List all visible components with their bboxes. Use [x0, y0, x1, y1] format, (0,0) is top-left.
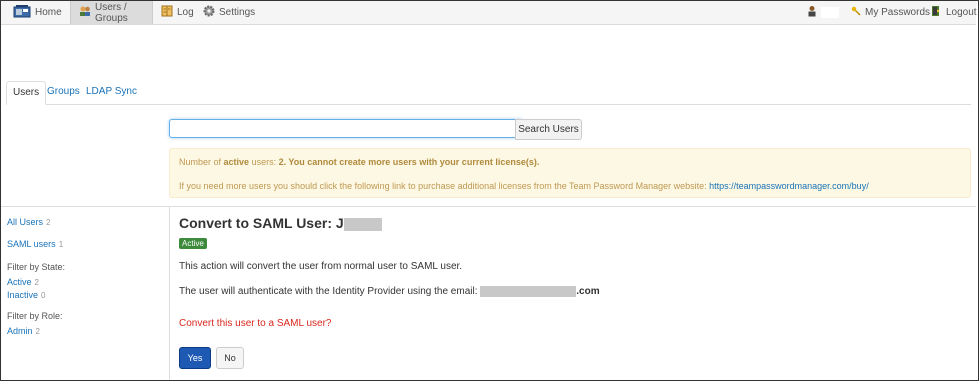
saml-users-count: 1 — [58, 240, 64, 249]
divider — [1, 206, 976, 207]
tab-ldap-sync[interactable]: LDAP Sync — [80, 81, 143, 103]
nav-home-label: Home — [35, 7, 62, 18]
user-icon — [807, 5, 817, 20]
sidebar-item-admin[interactable]: Admin 2 — [7, 326, 40, 336]
alert-warning: . You cannot create more users with your… — [283, 157, 540, 167]
redacted-email — [480, 286, 577, 297]
top-navbar: Home Users / Groups Log Settings My Pass… — [1, 1, 977, 25]
user-tabs: Users Groups LDAP Sync — [6, 80, 971, 105]
page-title-text: Convert to SAML User: — [179, 215, 332, 231]
active-count: 2 — [34, 278, 39, 287]
nav-user-account[interactable] — [807, 1, 839, 24]
admin-count: 2 — [35, 327, 40, 336]
sidebar-item-active[interactable]: Active 2 — [7, 277, 39, 287]
admin-link[interactable]: Admin — [7, 326, 33, 336]
gear-icon — [203, 5, 215, 20]
nav-settings[interactable]: Settings — [203, 1, 255, 24]
sidebar-item-inactive[interactable]: Inactive 0 — [7, 290, 45, 300]
search-users-button[interactable]: Search Users — [515, 119, 582, 140]
description-text: This action will convert the user from n… — [179, 261, 463, 272]
home-icon — [13, 4, 31, 21]
nav-users-groups-label: Users / Groups — [95, 1, 128, 24]
nav-log[interactable]: Log — [161, 1, 194, 24]
email-line: The user will authenticate with the Iden… — [179, 286, 600, 297]
all-users-link[interactable]: All Users — [7, 217, 43, 227]
filter-state-label: Filter by State: — [7, 262, 66, 272]
license-alert: Number of active users: 2. You cannot cr… — [169, 148, 971, 198]
confirm-question: Convert this user to a SAML user? — [179, 318, 332, 329]
email-text: The user will authenticate with the Iden… — [179, 286, 478, 298]
logout-icon — [931, 5, 942, 20]
saml-users-link[interactable]: SAML users — [7, 239, 56, 249]
no-button[interactable]: No — [216, 347, 244, 369]
search-input[interactable] — [169, 119, 523, 138]
alert-prefix: Number of — [179, 157, 224, 167]
alert-mid: users: — [249, 157, 279, 167]
alert-purchase-text: If you need more users you should click … — [179, 181, 710, 191]
nav-home[interactable]: Home — [13, 1, 62, 24]
yes-button[interactable]: Yes — [179, 347, 211, 369]
log-icon — [161, 5, 173, 20]
page-title: Convert to SAML User: J — [179, 215, 382, 231]
page-title-initial: J — [335, 215, 344, 231]
alert-active-word: active — [223, 157, 250, 167]
alert-line-1: Number of active users: 2. You cannot cr… — [179, 157, 539, 167]
sidebar-item-saml-users[interactable]: SAML users 1 — [7, 239, 63, 249]
nav-log-label: Log — [177, 7, 194, 18]
active-link[interactable]: Active — [7, 277, 32, 287]
status-badge: Active — [179, 238, 207, 249]
nav-logout[interactable]: Logout — [931, 1, 977, 24]
nav-logout-label: Logout — [946, 7, 977, 18]
nav-users-groups[interactable]: Users / Groups — [70, 1, 153, 24]
inactive-count: 0 — [41, 291, 46, 300]
alert-line-2: If you need more users you should click … — [179, 181, 869, 191]
purchase-link[interactable]: https://teampasswordmanager.com/buy/ — [709, 181, 869, 191]
redacted-name — [343, 217, 382, 231]
users-icon — [79, 5, 91, 20]
nav-settings-label: Settings — [219, 7, 256, 18]
email-suffix: .com — [576, 286, 600, 298]
redacted-username — [821, 7, 839, 18]
sidebar-divider — [169, 207, 170, 380]
nav-my-passwords[interactable]: My Passwords — [851, 1, 930, 24]
nav-my-passwords-label: My Passwords — [865, 7, 931, 18]
key-icon — [851, 6, 861, 19]
sidebar-item-all-users[interactable]: All Users 2 — [7, 217, 50, 227]
inactive-link[interactable]: Inactive — [7, 290, 38, 300]
filter-role-label: Filter by Role: — [7, 311, 63, 321]
all-users-count: 2 — [46, 218, 51, 227]
